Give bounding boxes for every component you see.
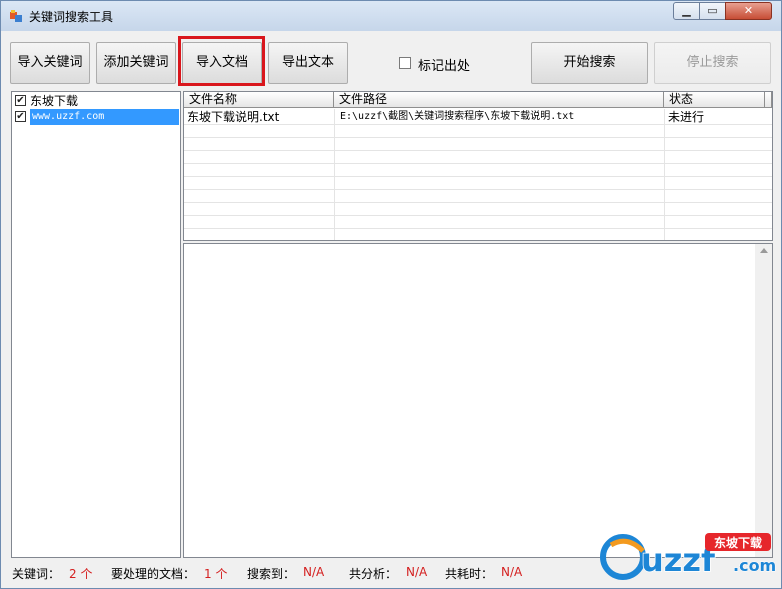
table-row-empty (184, 138, 772, 151)
keyword-label: 东坡下载 (30, 94, 79, 108)
keyword-count-label: 关键词： (12, 567, 61, 581)
result-text-area[interactable] (183, 243, 773, 558)
analyzed-label: 共分析： (349, 567, 398, 581)
keyword-checkbox[interactable]: ✔ (15, 95, 26, 106)
table-row-empty (184, 177, 772, 190)
table-row-empty (184, 203, 772, 216)
found-label: 搜索到： (247, 567, 296, 581)
uzzf-watermark-logo: uzzf 东坡下载 .com (600, 533, 777, 580)
elapsed-value: N/A (501, 565, 523, 579)
cell-filepath: E:\uzzf\截图\关键词搜索程序\东坡下载说明.txt (340, 111, 575, 122)
doc-count-value: 1 个 (204, 567, 228, 581)
window-title: 关键词搜索工具 (29, 10, 114, 24)
scroll-up-icon[interactable] (760, 248, 768, 253)
maximize-button[interactable]: ▭ (699, 2, 726, 20)
column-header-filler (765, 92, 772, 108)
table-row-empty (184, 216, 772, 229)
app-icon (10, 10, 22, 22)
export-text-button[interactable]: 导出文本 (268, 42, 348, 84)
table-row-empty (184, 151, 772, 164)
cell-filename: 东坡下载说明.txt (187, 110, 280, 124)
highlight-box (178, 36, 265, 86)
analyzed-value: N/A (406, 565, 428, 579)
minimize-icon: ▁ (682, 4, 691, 17)
maximize-icon: ▭ (707, 4, 718, 17)
stop-search-button: 停止搜索 (654, 42, 771, 84)
keyword-list[interactable]: ✔ 东坡下载 ✔ www.uzzf.com (11, 91, 181, 558)
close-button[interactable]: ✕ (725, 2, 772, 20)
add-keyword-button[interactable]: 添加关键词 (96, 42, 176, 84)
start-search-button[interactable]: 开始搜索 (531, 42, 648, 84)
main-window: 关键词搜索工具 ▁ ▭ ✕ 导入关键词 添加关键词 导入文档 导出文本 标记出处… (0, 0, 782, 589)
svg-text:东坡下载: 东坡下载 (714, 535, 762, 550)
keyword-checkbox[interactable]: ✔ (15, 111, 26, 122)
mark-location-checkbox[interactable] (399, 57, 411, 69)
keyword-item[interactable]: ✔ www.uzzf.com (13, 109, 179, 125)
keyword-item[interactable]: ✔ 东坡下载 (13, 93, 179, 109)
vertical-scrollbar[interactable] (755, 244, 772, 557)
column-divider (664, 109, 665, 240)
table-row-empty (184, 164, 772, 177)
doc-count-label: 要处理的文档： (111, 567, 196, 581)
elapsed-label: 共耗时： (445, 567, 494, 581)
keyword-count-value: 2 个 (69, 567, 93, 581)
import-keywords-button[interactable]: 导入关键词 (10, 42, 90, 84)
cell-status: 未进行 (668, 110, 705, 124)
close-icon: ✕ (743, 4, 754, 17)
column-header-filepath[interactable]: 文件路径 (334, 92, 664, 108)
table-row-empty (184, 190, 772, 203)
mark-location-label[interactable]: 标记出处 (418, 55, 470, 74)
column-header-status[interactable]: 状态 (664, 92, 765, 108)
svg-text:uzzf: uzzf (641, 541, 716, 579)
table-row-empty (184, 125, 772, 138)
column-header-filename[interactable]: 文件名称 (184, 92, 334, 108)
document-grid[interactable]: 文件名称 文件路径 状态 东坡下载说明.txt E:\uzzf\截图\关键词搜索… (183, 91, 773, 241)
svg-text:.com: .com (733, 556, 776, 575)
found-value: N/A (303, 565, 325, 579)
keyword-label: www.uzzf.com (30, 109, 179, 125)
title-bar[interactable]: 关键词搜索工具 ▁ ▭ ✕ (1, 1, 781, 31)
column-divider (334, 109, 335, 240)
minimize-button[interactable]: ▁ (673, 2, 700, 20)
